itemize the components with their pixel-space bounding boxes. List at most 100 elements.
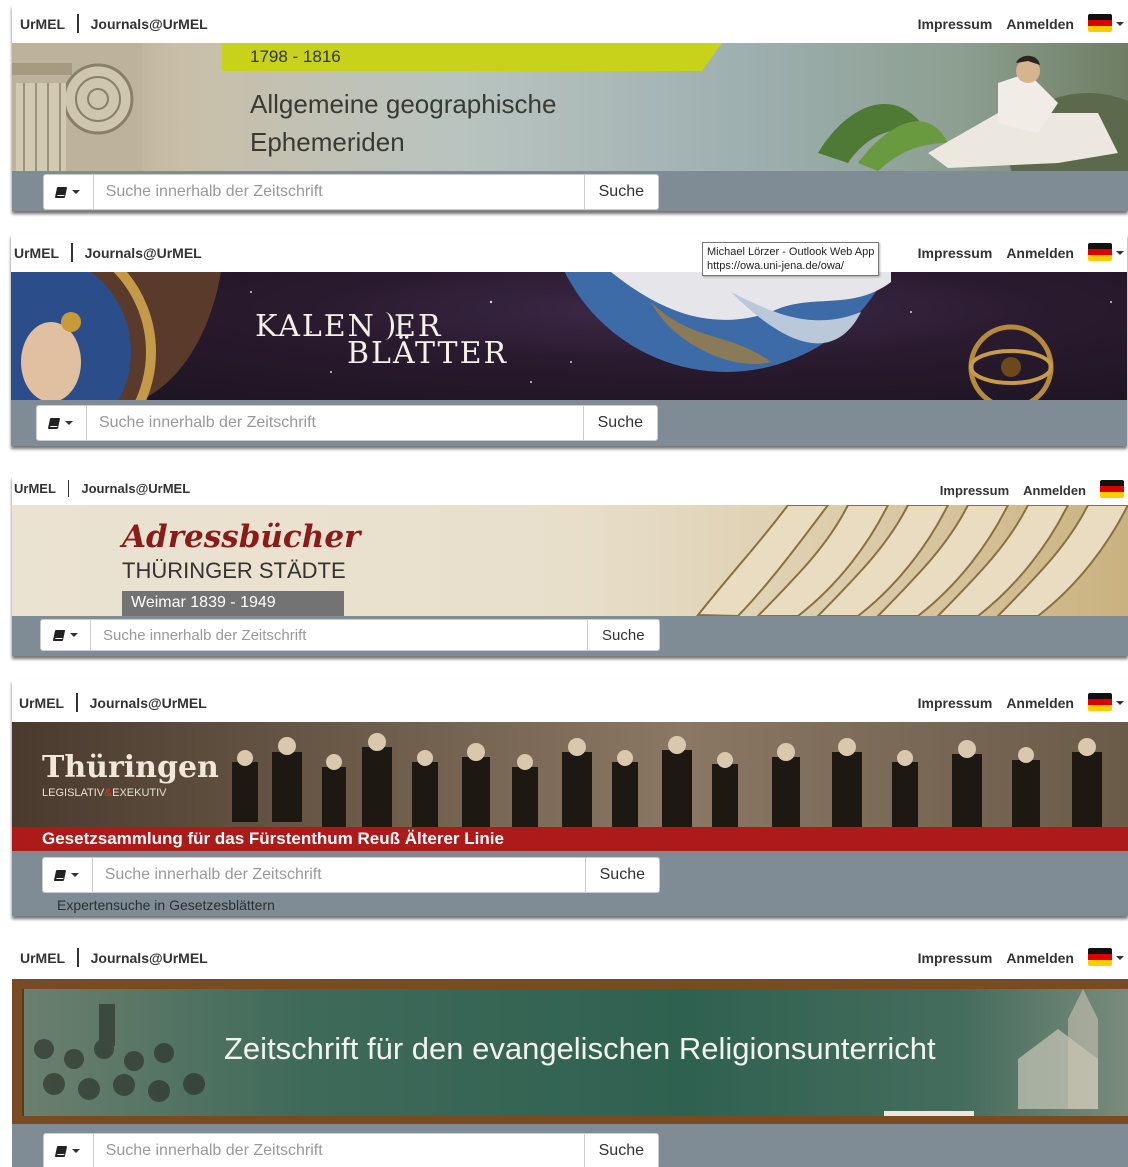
- language-selector[interactable]: [1088, 948, 1124, 966]
- year-band: 1798 - 1816: [222, 43, 722, 71]
- book-icon: [55, 186, 68, 198]
- journal-banner: Adressbücher THÜRINGER STÄDTE Weimar 183…: [12, 505, 1128, 616]
- chalk-tray: [884, 1111, 974, 1116]
- brand: UrMEL Journals@UrMEL: [14, 243, 202, 262]
- search-group: Suche: [36, 405, 658, 441]
- search-scope-dropdown[interactable]: [43, 858, 93, 892]
- chevron-down-icon: [1116, 22, 1124, 26]
- tooltip-line2: https://owa.uni-jena.de/owa/: [707, 260, 844, 272]
- impressum-link[interactable]: Impressum: [918, 245, 993, 261]
- book-icon: [52, 629, 65, 641]
- german-flag-icon: [1088, 14, 1112, 32]
- chalkboard: Zeitschrift für den evangelischen Religi…: [22, 989, 1128, 1116]
- search-input[interactable]: [91, 620, 587, 650]
- login-link[interactable]: Anmelden: [1006, 16, 1074, 32]
- journal-title: Zeitschrift für den evangelischen Religi…: [224, 1031, 936, 1066]
- search-bar: Suche: [12, 616, 1128, 656]
- journal-title: Gesetzsammlung für das Fürstenthum Reuß …: [42, 829, 504, 848]
- journal-panel-5: UrMEL Journals@UrMEL Impressum Anmelden Ze…: [12, 939, 1128, 1167]
- brand-journals-link[interactable]: Journals@UrMEL: [85, 245, 202, 261]
- login-link[interactable]: Anmelden: [1006, 245, 1074, 261]
- thueringen-logo: Thüringen LEGISLATIV&EXEKUTIV: [42, 750, 219, 799]
- search-input[interactable]: [92, 858, 585, 892]
- search-button[interactable]: Suche: [583, 1134, 658, 1167]
- search-group: Suche: [42, 857, 660, 893]
- brand-journals-link[interactable]: Journals@UrMEL: [81, 481, 190, 496]
- search-input[interactable]: [93, 1134, 584, 1167]
- search-group: Suche: [40, 619, 660, 651]
- search-scope-dropdown[interactable]: [37, 406, 87, 440]
- login-link[interactable]: Anmelden: [1023, 483, 1086, 498]
- top-nav: Impressum Anmelden: [918, 14, 1124, 32]
- brand-urmel-link[interactable]: UrMEL: [20, 16, 65, 32]
- chevron-down-icon: [69, 633, 78, 637]
- church-illustration: [1018, 989, 1098, 1109]
- impressum-link[interactable]: Impressum: [918, 950, 993, 966]
- brand-journals-link[interactable]: Journals@UrMEL: [90, 695, 207, 711]
- space-illustration: [11, 272, 1112, 400]
- brand-journals-link[interactable]: Journals@UrMEL: [91, 16, 208, 32]
- login-link[interactable]: Anmelden: [1006, 695, 1074, 711]
- search-bar: Suche Expertensuche in Gesetzesblättern: [12, 851, 1128, 916]
- language-selector[interactable]: [1088, 243, 1124, 261]
- classroom-photo: [34, 1004, 205, 1102]
- impressum-link[interactable]: Impressum: [918, 16, 993, 32]
- red-title-band: Gesetzsammlung für das Fürstenthum Reuß …: [12, 827, 1128, 851]
- brand-divider: [77, 14, 79, 33]
- top-nav: Impressum Anmelden: [918, 243, 1124, 261]
- journal-logo: KALEN ER BLÄTTER: [255, 312, 509, 371]
- search-input[interactable]: [93, 175, 584, 209]
- logo-line2: BLÄTTER: [347, 336, 509, 371]
- tooltip-line1: Michael Lörzer - Outlook Web App: [707, 246, 875, 258]
- chevron-down-icon: [72, 1149, 81, 1153]
- journal-panel-2: UrMEL Journals@UrMEL Impressum Anmelden KA…: [11, 234, 1127, 446]
- german-flag-icon: [1088, 243, 1112, 261]
- journal-banner: 1798 - 1816 Allgemeine geographische Eph…: [12, 43, 1128, 171]
- brand-urmel-link[interactable]: UrMEL: [19, 695, 64, 711]
- books-illustration: [695, 505, 1128, 616]
- journal-title-line1: Allgemeine geographische: [250, 89, 557, 119]
- language-selector[interactable]: [1088, 14, 1124, 32]
- journal-subtitle: THÜRINGER STÄDTE: [122, 558, 346, 583]
- language-selector[interactable]: [1088, 693, 1124, 711]
- brand: UrMEL Journals@UrMEL: [20, 14, 208, 33]
- search-input[interactable]: [86, 406, 583, 440]
- logo-title: Thüringen: [42, 750, 219, 785]
- chevron-down-icon: [72, 190, 81, 194]
- brand-divider: [77, 948, 79, 967]
- search-button[interactable]: Suche: [582, 406, 657, 440]
- logo-subtitle: LEGISLATIV&EXEKUTIV: [42, 787, 219, 799]
- brand-urmel-link[interactable]: UrMEL: [14, 245, 59, 261]
- search-button[interactable]: Suche: [584, 858, 659, 892]
- brand-journals-link[interactable]: Journals@UrMEL: [91, 950, 208, 966]
- language-selector[interactable]: [1100, 480, 1124, 498]
- journal-title: Allgemeine geographische Ephemeriden: [250, 85, 556, 161]
- brand: UrMEL Journals@UrMEL: [20, 948, 208, 967]
- column-illustration: [12, 43, 142, 171]
- login-link[interactable]: Anmelden: [1006, 950, 1074, 966]
- chevron-down-icon: [71, 873, 80, 877]
- search-scope-dropdown[interactable]: [44, 175, 94, 209]
- book-icon: [54, 869, 67, 881]
- search-group: Suche: [43, 1133, 659, 1167]
- search-bar: Suche: [11, 400, 1127, 446]
- book-icon: [48, 417, 61, 429]
- goethe-illustration: [818, 55, 1128, 171]
- impressum-link[interactable]: Impressum: [918, 695, 993, 711]
- parliament-photo: [232, 733, 1102, 827]
- chevron-down-icon: [1116, 251, 1124, 255]
- brand-urmel-link[interactable]: UrMEL: [20, 950, 65, 966]
- place-years: Weimar 1839 - 1949: [131, 594, 276, 611]
- expert-search-link[interactable]: Expertensuche in Gesetzesblättern: [57, 897, 275, 913]
- search-button[interactable]: Suche: [583, 175, 658, 209]
- search-scope-dropdown[interactable]: [41, 620, 91, 650]
- journal-panel-3: UrMEL Journals@UrMEL Impressum Anmelden Ad…: [12, 476, 1128, 656]
- brand-urmel-link[interactable]: UrMEL: [14, 481, 56, 496]
- search-button[interactable]: Suche: [587, 620, 659, 650]
- brand-divider: [67, 480, 70, 497]
- german-flag-icon: [1088, 948, 1112, 966]
- search-scope-dropdown[interactable]: [44, 1134, 94, 1167]
- year-range: 1798 - 1816: [250, 47, 341, 66]
- search-bar: Suche: [12, 171, 1128, 211]
- impressum-link[interactable]: Impressum: [940, 483, 1009, 498]
